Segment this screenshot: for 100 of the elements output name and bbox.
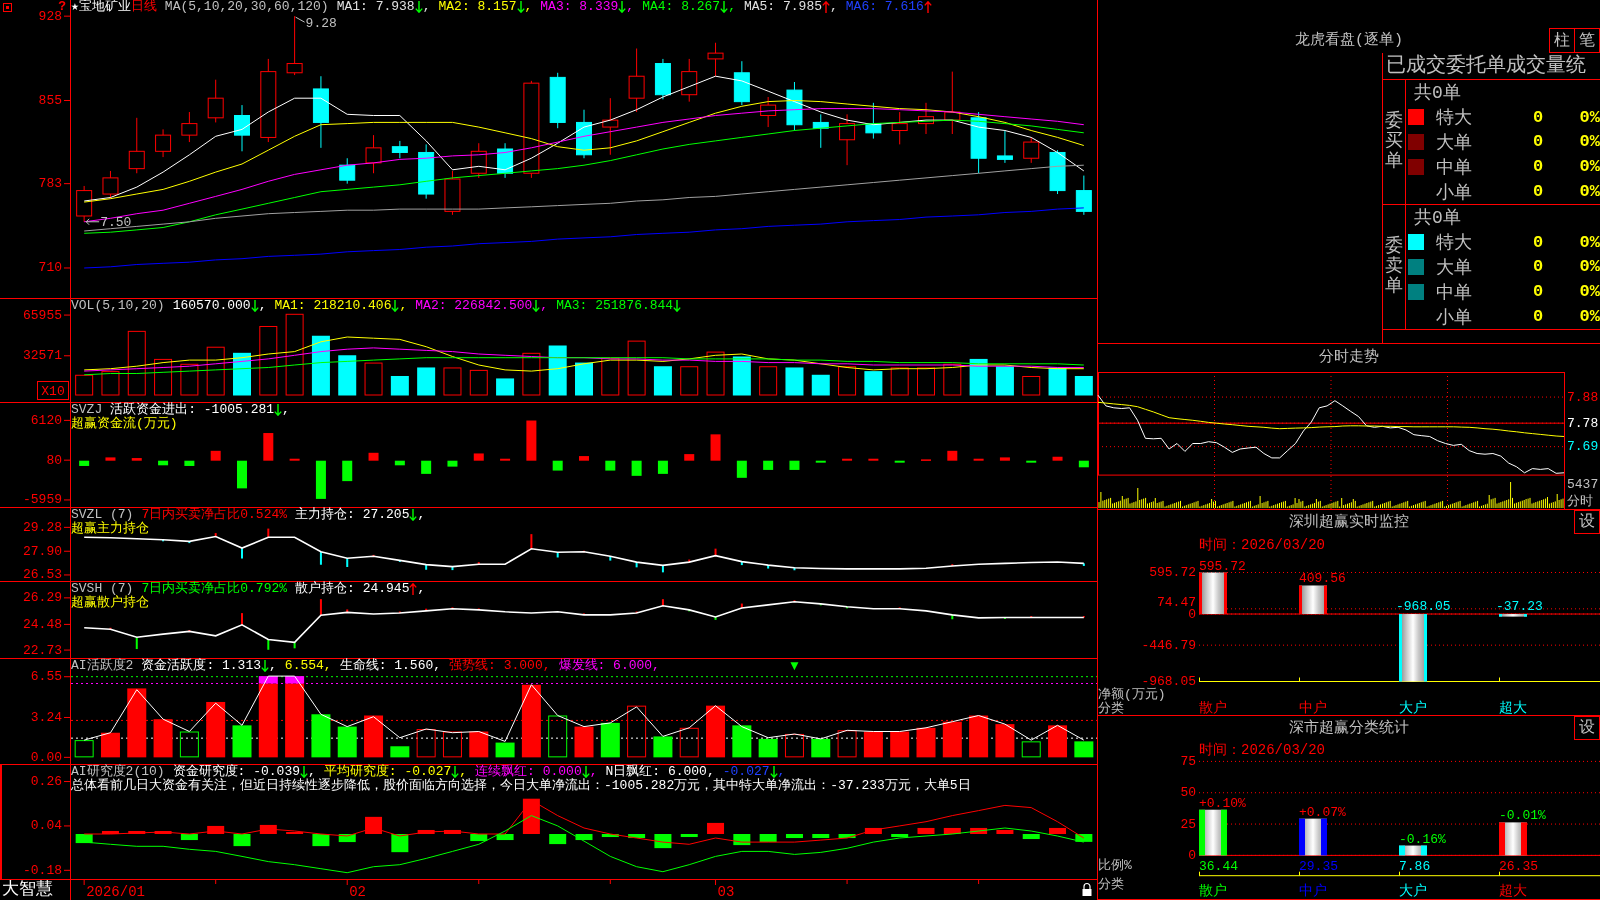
- order-count: 0: [1532, 132, 1544, 152]
- bar-value-label: 595.72: [1199, 558, 1246, 574]
- axis-label: 3.24: [30, 709, 62, 725]
- axis-label: 0.04: [30, 818, 62, 834]
- order-count: 0: [1532, 257, 1544, 277]
- order-share: 0%: [1579, 257, 1600, 277]
- bar-value-label: 26.35: [1499, 859, 1538, 874]
- order-share: 0%: [1579, 132, 1600, 152]
- indicator-value: 散户持仓: 24.945: [295, 582, 410, 596]
- time-label: 时间：2026/03/20: [1199, 742, 1325, 758]
- order-share: 0%: [1579, 107, 1600, 127]
- order-share: 0%: [1579, 232, 1600, 252]
- change-label: -0.16%: [1399, 831, 1446, 847]
- indicator-value: 资金活跃度: 1.313: [141, 659, 261, 673]
- order-size-label: 中单: [1435, 281, 1472, 304]
- order-share: 0%: [1579, 157, 1600, 177]
- order-count: 0: [1532, 232, 1544, 252]
- multiplier-label: X10: [37, 381, 69, 400]
- category-label: 散户: [1199, 883, 1227, 899]
- axis-label: 6.55: [30, 669, 62, 685]
- axis-title: 分类: [1098, 701, 1124, 716]
- axis-label: 32571: [23, 348, 62, 364]
- indicator-name: AI研究度2(10): [71, 765, 165, 779]
- section-title: 深市超赢分类统计: [1289, 720, 1409, 738]
- indicator-name: AI活跃度2: [71, 659, 134, 673]
- axis-label: 7.78: [1567, 415, 1599, 431]
- period-label: 日线: [130, 0, 157, 14]
- bar-value-label: 409.56: [1299, 571, 1346, 587]
- category-label: 大户: [1399, 883, 1427, 899]
- indicator-value: 爆发线: 6.000: [558, 659, 653, 673]
- axis-label: 855: [38, 93, 62, 108]
- order-size-label: 大单: [1435, 132, 1472, 154]
- order-size-label: 小单: [1435, 181, 1472, 204]
- order-size-label: 大单: [1435, 257, 1472, 279]
- axis-title: 净额(万元): [1098, 687, 1166, 702]
- annotation: 7.50: [100, 215, 132, 231]
- category-label: 中户: [1299, 700, 1327, 716]
- order-share: 0%: [1579, 282, 1600, 302]
- axis-title: 比例%: [1098, 858, 1132, 873]
- order-count: 0: [1532, 182, 1544, 202]
- axis-label: 27.90: [23, 543, 62, 559]
- axis-label: 0.26: [30, 774, 62, 790]
- axis-label: 22.73: [23, 642, 62, 658]
- indicator-name: VOL(5,10,20): [71, 299, 165, 313]
- side-label: 委买单: [1385, 112, 1403, 172]
- axis-label: 928: [38, 8, 62, 24]
- order-size-label: 特大: [1435, 107, 1472, 130]
- category-label: 超大: [1499, 700, 1527, 716]
- axis-label: -0.18: [23, 862, 62, 878]
- bar-value-label: -37.23: [1496, 599, 1543, 614]
- order-total: 共0单: [1413, 207, 1462, 230]
- order-count: 0: [1532, 107, 1544, 127]
- indicator-name: SVSH (7): [71, 582, 134, 596]
- indicator-value: 7日内买卖净占比0.792%: [141, 582, 288, 596]
- order-size-label: 特大: [1435, 232, 1472, 255]
- indicator-value: 7日内买卖净占比0.524%: [141, 508, 288, 522]
- axis-label: 25: [1180, 816, 1196, 832]
- indicator-value: 活跃资金进出: -1005.281: [110, 403, 275, 417]
- axis-label: 26.29: [23, 590, 62, 606]
- category-label: 散户: [1199, 700, 1227, 716]
- time-label: 时间：2026/03/20: [1199, 537, 1325, 553]
- table-title: 已成交委托单成交量统: [1383, 53, 1600, 80]
- analysis-text: 总体看前几日大资金有关注，但近日持续性逐步降低，股价面临方向选择，今日大单净流出：-1005.282万元，其中特大单净流出：-37.233万元，大单5日: [71, 779, 971, 793]
- axis-label: 75: [1180, 753, 1196, 769]
- category-label: 大户: [1399, 700, 1427, 716]
- axis-label: 50: [1180, 785, 1196, 801]
- bar-value-label: 36.44: [1199, 859, 1238, 874]
- section-title: 分时走势: [1319, 349, 1379, 367]
- axis-title: 分类: [1098, 877, 1124, 892]
- axis-label: 24.48: [23, 616, 62, 632]
- axis-label: 783: [38, 176, 62, 192]
- change-label: +0.07%: [1299, 804, 1346, 820]
- order-size-label: 小单: [1435, 306, 1472, 329]
- order-count: 0: [1532, 157, 1544, 177]
- indicator-value: 平均研究度: -0.027: [323, 765, 452, 779]
- indicator-value: 生命线: 1.560: [339, 659, 434, 673]
- bar-value-label: 29.35: [1299, 859, 1338, 874]
- indicator-subtitle: 超赢主力持仓: [71, 522, 149, 536]
- indicator-value: 主力持仓: 27.205: [295, 508, 410, 522]
- axis-label: 26.53: [23, 567, 62, 583]
- axis-label: 7.88: [1567, 389, 1599, 405]
- high-price-annotation: 9.28: [295, 16, 337, 32]
- indicator-value: 资金研究度: -0.039: [172, 765, 301, 779]
- indicator-value: 连续飘红: 0.000: [475, 765, 582, 779]
- axis-label: 710: [38, 260, 62, 276]
- axis-label: 7.69: [1567, 439, 1599, 455]
- bar-value-label: 7.86: [1399, 859, 1431, 874]
- bar-value-label: -968.05: [1396, 599, 1451, 614]
- side-label: 委卖单: [1385, 237, 1403, 297]
- section-title: 龙虎看盘(逐单): [1295, 31, 1403, 50]
- axis-label: 0: [1188, 847, 1196, 863]
- order-share: 0%: [1579, 182, 1600, 202]
- axis-label: 80: [46, 452, 62, 468]
- indicator-value: 强势线: 3.000: [449, 659, 543, 673]
- indicator-value: N日飘红: 6.000: [605, 765, 707, 779]
- indicator-name: MA(5,10,20,30,60,120): [164, 0, 329, 14]
- date-label: 03: [717, 884, 735, 900]
- order-count: 0: [1532, 307, 1544, 327]
- app-name: 大智慧: [1, 880, 54, 900]
- volume-caption: 分时: [1567, 494, 1593, 509]
